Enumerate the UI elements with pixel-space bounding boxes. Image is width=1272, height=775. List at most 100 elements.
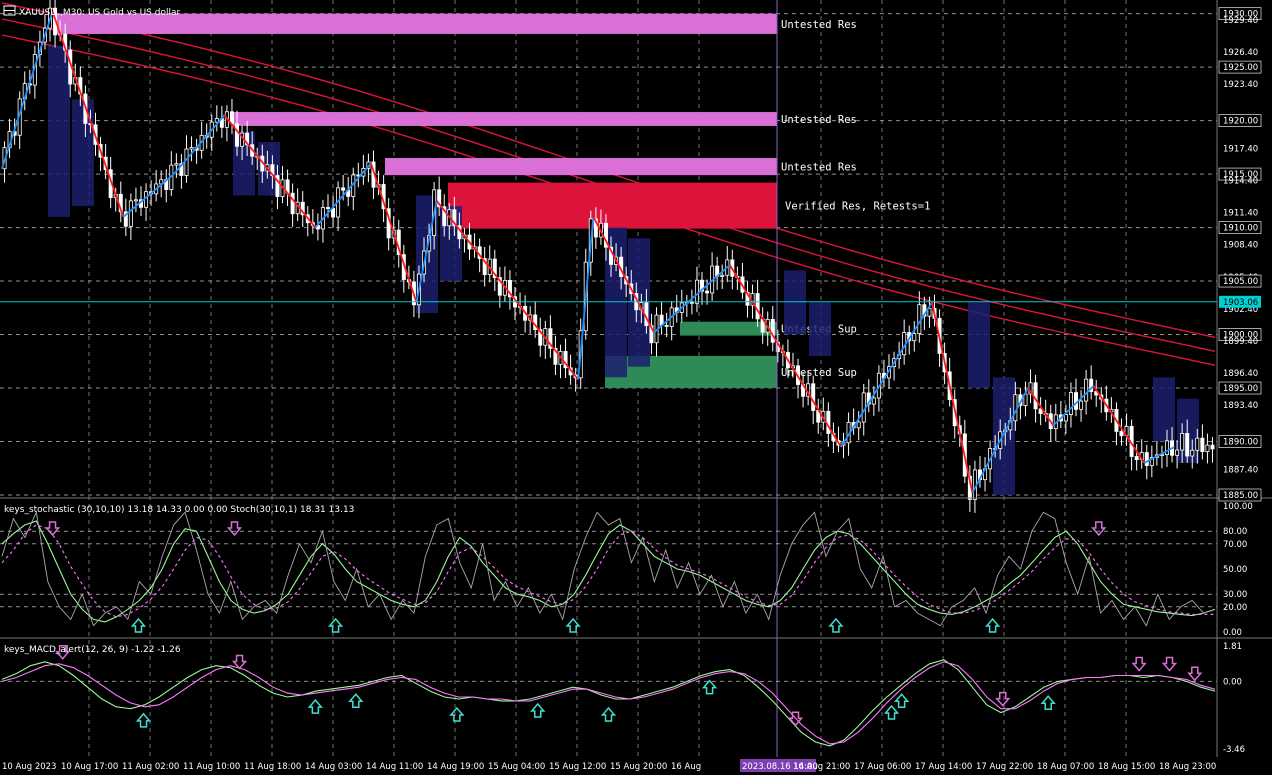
time-tick-label: 11 Aug 10:00 [183,762,240,772]
macd-tick-label: 1.81 [1223,642,1242,652]
signal-bar-box [968,302,990,389]
price-tick-label: 1890.00 [1223,438,1258,448]
candle-body [325,207,330,209]
stoch-tick-label: 70.00 [1223,540,1247,550]
candle-body [1195,437,1200,451]
candle-body [871,397,876,405]
time-tick-label: 15 Aug 04:00 [488,762,545,772]
symbol-title: XAUUSD.,M30: US Gold vs US dollar [19,8,180,18]
signal-bar-box [784,270,806,335]
candle-body [174,163,179,166]
candle-body [856,421,861,429]
candle-body [1013,394,1018,422]
signal-bar-box [48,45,70,217]
signal-bar-box [809,302,831,356]
time-tick-label: 15 Aug 20:00 [610,762,667,772]
time-tick-label: 17 Aug 22:00 [976,762,1033,772]
stochastic-title: keys_stochastic (30,10,10) 13.18 14.33 0… [4,505,354,515]
candle-body [720,274,725,277]
candle-body [826,410,831,434]
candle-body [694,279,699,304]
price-tick-label: 1908.40 [1223,241,1258,251]
signal-bar-box [993,377,1015,495]
time-tick-label: 18 Aug 15:00 [1098,762,1155,772]
price-tick-label: 1925.00 [1223,63,1258,73]
current-price-label: 1903.06 [1223,298,1258,308]
candle-body [341,187,346,191]
time-tick-label: 17 Aug 14:00 [915,762,972,772]
candle-body [1205,444,1210,452]
price-tick-label: 1905.00 [1223,277,1258,287]
time-tick-label: 16 Aug 21:00 [793,762,850,772]
candle-body [1119,431,1124,437]
candle-body [1185,433,1190,457]
price-tick-label: 1910.00 [1223,224,1258,234]
time-tick-label: 10 Aug 2023 [2,762,56,772]
candle-body [189,147,194,150]
price-tick-label: 1887.40 [1223,465,1258,475]
time-tick-label: 11 Aug 02:00 [122,762,179,772]
stoch-tick-label: 30.00 [1223,590,1247,600]
price-tick-label: 1920.00 [1223,117,1258,127]
candle-body [811,383,816,411]
candle-body [133,199,138,202]
candle-body [1033,382,1038,410]
price-tick-label: 1929.40 [1223,16,1258,26]
time-tick-label: 11 Aug 18:00 [244,762,301,772]
stoch-tick-label: 80.00 [1223,527,1247,537]
sr-zone-label: Untested Res [781,114,857,126]
price-tick-label: 1895.00 [1223,384,1258,394]
time-tick-label: 17 Aug 06:00 [854,762,911,772]
candle-body [235,123,240,147]
candle-body [1164,440,1169,456]
candle-body [1084,378,1089,402]
price-tick-label: 1893.40 [1223,401,1258,411]
macd-tick-label: 0.00 [1223,677,1242,687]
candle-body [1079,400,1084,410]
price-tick-label: 1899.40 [1223,337,1258,347]
macd-title: keys_MACD_alert(12, 26, 9) -1.22 -1.26 [4,645,181,655]
price-tick-label: 1914.40 [1223,177,1258,187]
candle-body [912,333,917,342]
stoch-tick-label: 100.00 [1223,502,1253,512]
sr-zone-label: Untested Res [781,162,857,174]
time-tick-label: 16 Aug [671,762,701,772]
candle-body [664,325,669,327]
sr-zone-label: Untested Res [781,19,857,31]
price-tick-label: 1885.00 [1223,491,1258,501]
candle-body [1068,392,1073,415]
macd-tick-label: -3.46 [1223,745,1245,755]
price-tick-label: 1926.40 [1223,48,1258,58]
candle-body [1063,414,1068,422]
candle-body [184,148,189,176]
time-tick-label: 18 Aug 23:00 [1159,762,1216,772]
time-tick-label: 14 Aug 03:00 [305,762,362,772]
candle-body [1190,449,1195,457]
time-tick-label: 15 Aug 12:00 [549,762,606,772]
candle-body [1175,449,1180,456]
candle-body [1144,452,1149,466]
candle-body [128,200,133,227]
candle-body [705,290,710,294]
sr-zone [448,182,777,229]
sr-zone [233,112,777,126]
time-tick-label: 14 Aug 19:00 [427,762,484,772]
sr-zone [385,158,777,176]
price-tick-label: 1896.40 [1223,369,1258,379]
time-tick-label: 10 Aug 17:00 [61,762,118,772]
time-tick-label: 18 Aug 07:00 [1037,762,1094,772]
stoch-tick-label: 50.00 [1223,565,1247,575]
candle-body [1210,444,1215,450]
stoch-tick-label: 0.00 [1223,628,1242,638]
sr-zone-label: Verified Res, Retests=1 [785,201,930,213]
candle-body [1134,456,1139,460]
time-tick-label: 14 Aug 11:00 [366,762,423,772]
candle-body [1200,437,1205,452]
trading-chart[interactable]: Untested Res Untested Res Untested Res Veri… [0,0,1272,775]
price-tick-label: 1917.40 [1223,144,1258,154]
price-tick-label: 1923.40 [1223,80,1258,90]
candle-body [290,192,295,215]
candle-body [755,293,760,320]
price-tick-label: 1911.40 [1223,209,1258,219]
stoch-tick-label: 20.00 [1223,603,1247,613]
